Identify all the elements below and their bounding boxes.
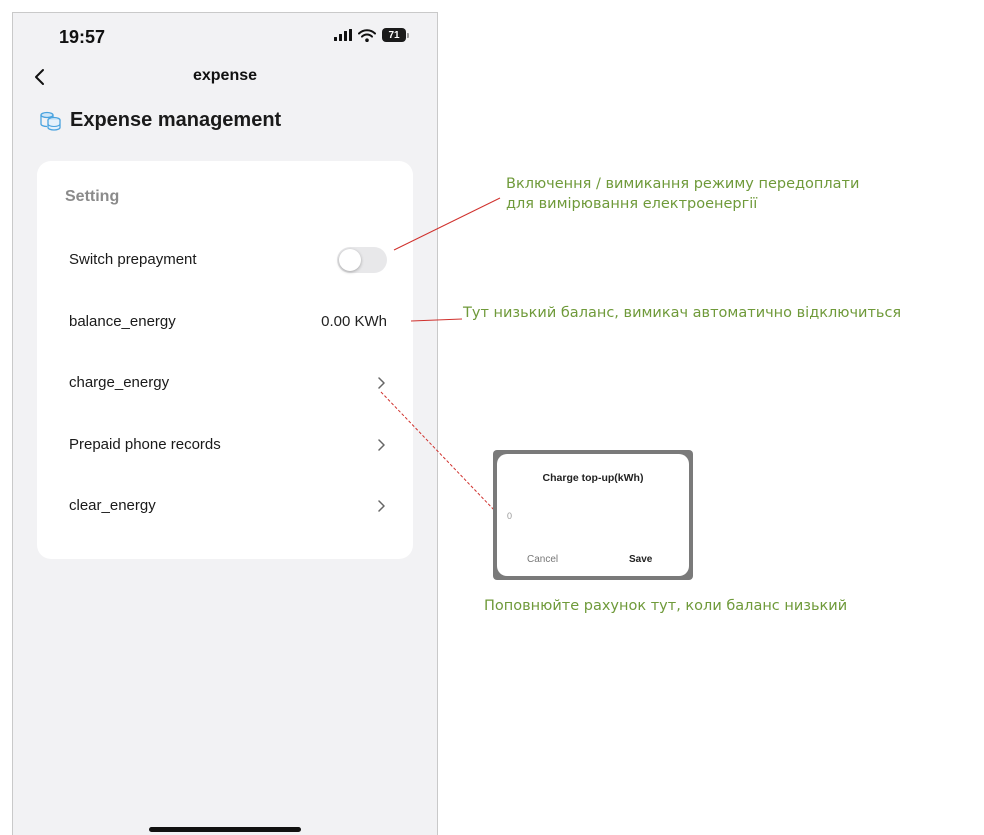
battery-level: 71 xyxy=(382,28,406,42)
balance-annotation: Тут низький баланс, вимикач автоматично … xyxy=(463,305,902,321)
topup-amount-input[interactable]: 0 xyxy=(507,511,512,521)
card-title: Setting xyxy=(65,188,120,205)
phone-screen: 19:57 71 expense Expense management Sett… xyxy=(12,12,438,835)
section-title: Expense management xyxy=(70,109,282,131)
row-switch-prepayment: Switch prepayment xyxy=(37,240,413,280)
row-label: Prepaid phone records xyxy=(69,436,221,453)
status-icons: 71 xyxy=(334,28,409,42)
chevron-right-icon xyxy=(378,377,385,389)
chevron-right-icon xyxy=(378,500,385,512)
home-indicator xyxy=(149,827,301,832)
wifi-icon xyxy=(358,28,376,42)
prepayment-toggle[interactable] xyxy=(337,247,387,273)
row-label: charge_energy xyxy=(69,374,170,391)
topup-annotation: Поповнюйте рахунок тут, коли баланс низь… xyxy=(484,598,848,614)
status-bar: 19:57 71 xyxy=(13,13,437,61)
dialog-body: Charge top-up(kWh) 0 Cancel Save xyxy=(497,454,689,576)
prepayment-annotation-line2: для вимірювання електроенергії xyxy=(506,196,758,212)
row-charge-energy[interactable]: charge_energy xyxy=(37,363,413,403)
balance-value: 0.00 KWh xyxy=(321,313,387,330)
row-label: balance_energy xyxy=(69,313,176,330)
status-time: 19:57 xyxy=(59,27,106,47)
prepayment-annotation-line1: Включення / вимикання режиму передоплати xyxy=(506,176,860,192)
prepayment-annotation: Включення / вимикання режиму передоплати… xyxy=(506,174,859,214)
save-button[interactable]: Save xyxy=(629,554,652,565)
dialog-title: Charge top-up(kWh) xyxy=(542,472,644,484)
cancel-button[interactable]: Cancel xyxy=(527,554,558,565)
settings-card: Setting Switch prepayment balance_energy… xyxy=(37,161,413,559)
section-header: Expense management xyxy=(40,109,281,132)
cellular-signal-icon xyxy=(334,29,352,41)
toggle-knob xyxy=(339,249,361,271)
row-balance-energy: balance_energy 0.00 KWh xyxy=(37,302,413,342)
row-label: Switch prepayment xyxy=(69,251,197,268)
page-title: expense xyxy=(192,67,258,84)
battery-icon: 71 xyxy=(382,28,409,42)
row-clear-energy[interactable]: clear_energy xyxy=(37,486,413,526)
charge-topup-dialog: Charge top-up(kWh) 0 Cancel Save xyxy=(493,450,693,580)
coins-stack-icon xyxy=(40,111,61,131)
nav-bar: expense xyxy=(13,61,437,97)
row-label: clear_energy xyxy=(69,497,156,514)
chevron-right-icon xyxy=(378,439,385,451)
row-prepaid-phone-records[interactable]: Prepaid phone records xyxy=(37,425,413,465)
